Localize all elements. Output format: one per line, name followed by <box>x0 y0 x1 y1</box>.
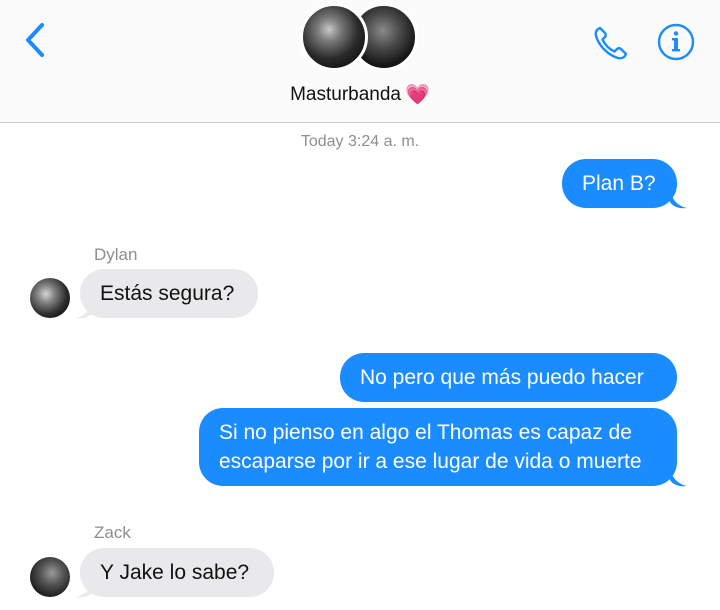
member-avatar <box>300 3 368 71</box>
group-avatar[interactable] <box>296 1 422 73</box>
message-timestamp: Today 3:24 a. m. <box>300 133 420 150</box>
sender-avatar[interactable] <box>30 278 70 318</box>
message-text: Plan B? <box>582 172 656 195</box>
chevron-left-icon <box>26 23 44 57</box>
back-button[interactable] <box>20 20 54 60</box>
message-bubble-incoming[interactable]: Estás segura? <box>80 269 258 318</box>
message-bubble-outgoing[interactable]: No pero que más puedo hacer <box>340 353 677 402</box>
message-text: Estás segura? <box>100 282 235 305</box>
bubble-tail <box>670 468 687 487</box>
info-icon <box>657 23 695 61</box>
message-bubble-outgoing[interactable]: Plan B? <box>562 159 677 208</box>
message-bubble-outgoing[interactable]: Si no pienso en algo el Thomas es capaz … <box>199 408 677 486</box>
info-button[interactable] <box>655 21 697 63</box>
message-text-line: escaparse por ir a ese lugar de vida o m… <box>219 450 642 473</box>
sender-avatar[interactable] <box>30 557 70 597</box>
heart-icon: 💗 <box>405 84 430 106</box>
sender-name: Zack <box>94 523 131 542</box>
message-text: Y Jake lo sabe? <box>100 561 250 584</box>
message-bubble-incoming[interactable]: Y Jake lo sabe? <box>80 548 274 597</box>
group-title[interactable]: Masturbanda 💗 <box>0 84 720 106</box>
sender-name: Dylan <box>94 245 138 264</box>
phone-icon <box>594 26 628 60</box>
call-button[interactable] <box>590 22 632 64</box>
message-text: No pero que más puedo hacer <box>360 366 644 389</box>
message-text-line: Si no pienso en algo el Thomas es capaz … <box>219 421 632 444</box>
bubble-tail <box>670 190 687 209</box>
conversation-header: Masturbanda 💗 <box>0 0 720 123</box>
group-name: Masturbanda <box>290 84 401 105</box>
